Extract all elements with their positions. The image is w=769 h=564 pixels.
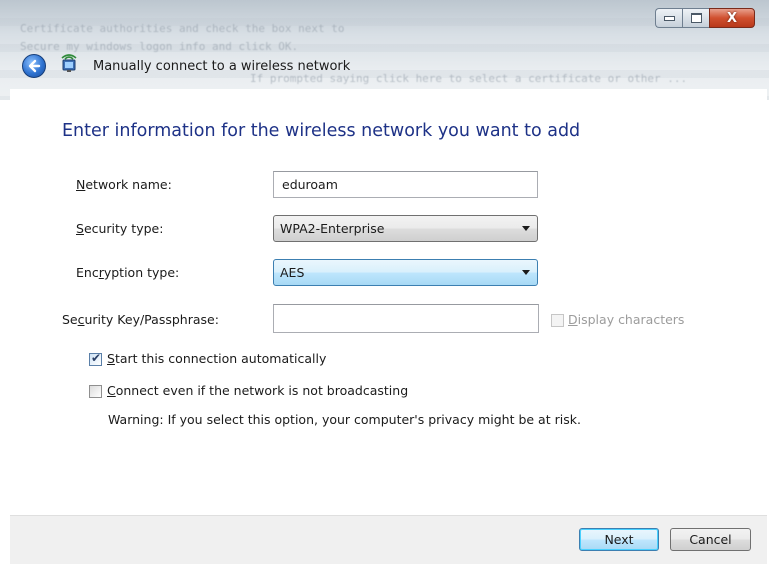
security-type-value: WPA2-Enterprise — [280, 221, 385, 236]
display-characters-label: Display characters — [568, 312, 685, 327]
checkmark-icon: ✔ — [91, 351, 102, 365]
encryption-type-select[interactable]: AES — [273, 259, 538, 286]
maximize-icon — [690, 13, 702, 23]
maximize-button[interactable] — [682, 8, 709, 28]
network-name-input[interactable]: eduroam — [273, 171, 538, 198]
back-button[interactable] — [22, 54, 46, 78]
connect-not-broadcasting-checkbox[interactable] — [89, 385, 102, 398]
page-heading: Enter information for the wireless netwo… — [62, 121, 581, 141]
display-characters-checkbox[interactable] — [551, 314, 564, 327]
close-icon: X — [726, 10, 738, 26]
network-name-label: Network name: — [76, 177, 172, 192]
minimize-icon — [663, 15, 675, 21]
title-bar: Certificate authorities and check the bo… — [0, 0, 769, 100]
privacy-warning-text: Warning: If you select this option, your… — [108, 412, 581, 427]
security-key-label: Security Key/Passphrase: — [62, 312, 219, 327]
dialog-window: Certificate authorities and check the bo… — [0, 0, 769, 564]
connect-not-broadcasting-label: Connect even if the network is not broad… — [107, 383, 409, 398]
content-area: Enter information for the wireless netwo… — [10, 89, 767, 564]
encryption-type-value: AES — [280, 265, 305, 280]
next-button[interactable]: Next — [579, 528, 659, 551]
wireless-network-icon — [61, 54, 77, 72]
chevron-down-icon — [522, 226, 530, 231]
minimize-button[interactable] — [655, 8, 682, 28]
security-type-label: Security type: — [76, 221, 164, 236]
close-button[interactable]: X — [709, 8, 755, 28]
background-window-text: Certificate authorities and check the bo… — [20, 22, 345, 35]
start-automatically-checkbox[interactable]: ✔ — [89, 351, 102, 366]
encryption-type-label: Encryption type: — [76, 265, 180, 280]
back-arrow-icon — [28, 59, 41, 73]
caption-buttons: X — [655, 8, 755, 29]
security-key-input[interactable] — [273, 304, 539, 333]
window-title: Manually connect to a wireless network — [93, 59, 351, 74]
cancel-button[interactable]: Cancel — [670, 528, 751, 551]
chevron-down-icon — [522, 270, 530, 275]
button-bar: Next Cancel — [10, 515, 767, 564]
start-automatically-label: Start this connection automatically — [107, 351, 327, 366]
security-type-select[interactable]: WPA2-Enterprise — [273, 215, 538, 242]
